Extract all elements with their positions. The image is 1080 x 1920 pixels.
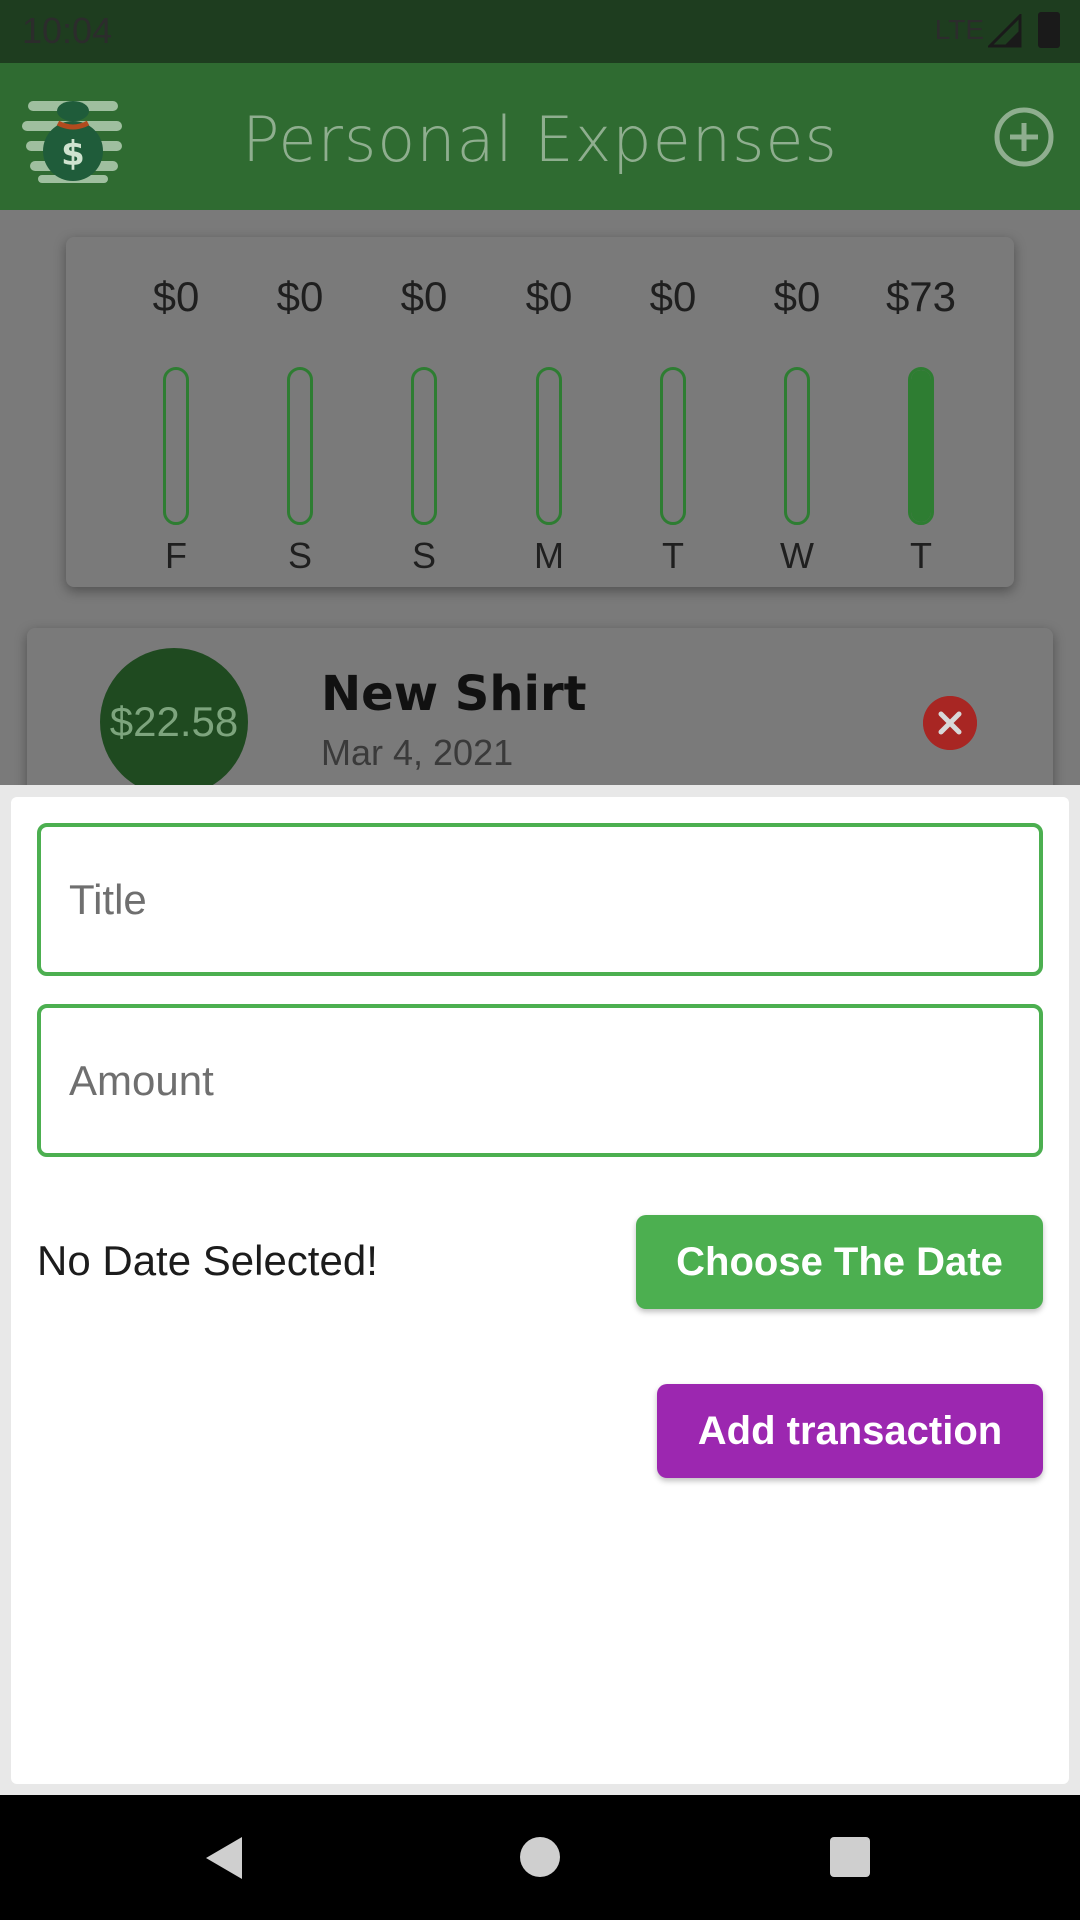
back-icon[interactable] — [204, 1835, 244, 1881]
status-bar: 10:04 LTE — [0, 0, 1080, 63]
bar-track — [287, 367, 313, 525]
app-title: Personal Expenses — [242, 103, 838, 176]
chart-bar-column: $0 F — [114, 237, 238, 587]
choose-date-button[interactable]: Choose The Date — [636, 1215, 1043, 1309]
battery-icon — [1038, 12, 1060, 48]
title-input[interactable] — [41, 827, 1039, 972]
bar-day-label: T — [662, 535, 684, 576]
transaction-date: Mar 4, 2021 — [321, 732, 514, 773]
navigation-bar — [0, 1795, 1080, 1920]
main-content: $0 F $0 S $0 S $0 M $0 T $0 W $73 T $22.58 New Shirt … — [0, 210, 1080, 785]
bar-track — [411, 367, 437, 525]
bar-day-label: S — [287, 535, 312, 576]
bar-day-label: F — [165, 535, 187, 576]
bar-amount-label: $0 — [400, 273, 448, 320]
bar-amount-label: $0 — [649, 273, 697, 320]
bar-amount-label: $0 — [773, 273, 821, 320]
chart-bar-column: $0 S — [362, 237, 486, 587]
bar-track — [908, 367, 934, 525]
add-transaction-button[interactable]: Add transaction — [657, 1384, 1043, 1478]
bar-day-label: W — [780, 535, 814, 576]
date-status-label: No Date Selected! — [37, 1237, 378, 1284]
bar-fill — [911, 370, 931, 522]
bar-amount-label: $0 — [276, 273, 324, 320]
status-time: 10:04 — [22, 10, 113, 51]
transaction-title: New Shirt — [321, 666, 587, 722]
chart-bar-column: $0 M — [487, 237, 611, 587]
chart-bar-column: $0 S — [238, 237, 362, 587]
plus-circle-icon[interactable] — [992, 105, 1056, 169]
bar-day-label: T — [910, 535, 932, 576]
bar-track — [163, 367, 189, 525]
chart-bar-column: $0 W — [735, 237, 859, 587]
bar-track — [536, 367, 562, 525]
chart-bar-column: $0 T — [611, 237, 735, 587]
bar-track — [660, 367, 686, 525]
bar-day-label: S — [411, 535, 436, 576]
chart-bar-column: $73 T — [859, 237, 983, 587]
bar-day-label: M — [534, 535, 564, 576]
bar-amount-label: $0 — [525, 273, 573, 320]
home-icon[interactable] — [520, 1837, 560, 1877]
close-circle-icon[interactable] — [923, 696, 977, 750]
app-bar: $ Personal Expenses — [0, 63, 1080, 210]
bar-amount-label: $0 — [152, 273, 200, 320]
bar-track — [784, 367, 810, 525]
network-type: LTE — [934, 14, 984, 45]
signal-icon — [988, 14, 1022, 48]
transaction-amount: $22.58 — [100, 648, 248, 785]
bar-amount-label: $73 — [885, 273, 957, 320]
transaction-card: $22.58 New Shirt Mar 4, 2021 — [27, 628, 1053, 785]
weekly-chart-card: $0 F $0 S $0 S $0 M $0 T $0 W $73 T — [66, 237, 1014, 587]
amount-input[interactable] — [41, 1008, 1039, 1153]
title-field[interactable] — [37, 823, 1043, 976]
amount-field[interactable] — [37, 1004, 1043, 1157]
recents-icon[interactable] — [830, 1837, 870, 1877]
